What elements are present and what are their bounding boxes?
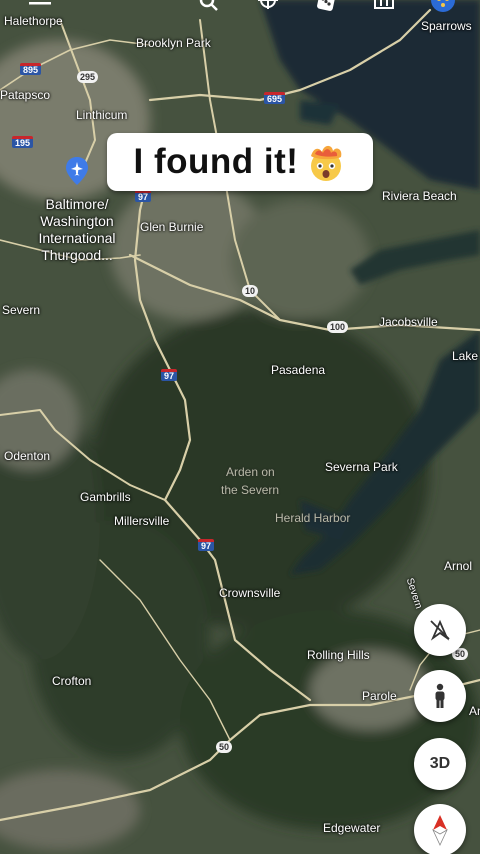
profile-icon[interactable]: [428, 0, 458, 14]
no-tilt-icon: [430, 619, 450, 641]
place-label: Parole: [362, 689, 397, 703]
pegman-icon: [435, 683, 445, 708]
3d-label: 3D: [429, 755, 451, 772]
place-label: Lake: [452, 349, 479, 363]
place-label: Herald Harbor: [275, 511, 351, 525]
dice-icon[interactable]: [314, 0, 338, 14]
place-label: Gambrills: [80, 490, 131, 504]
route-shield-295: 295: [77, 71, 99, 83]
place-label: An: [469, 704, 480, 718]
place-label: Severn: [2, 303, 41, 317]
place-label: Pasadena: [271, 363, 326, 377]
caption-text: I found it!: [133, 142, 299, 181]
satellite-imagery[interactable]: [0, 0, 480, 854]
route-shield-100: 100: [327, 321, 349, 333]
airport-label-line: Thurgood...: [41, 247, 113, 263]
route-shield-10: 10: [242, 285, 259, 297]
no-tilt-button[interactable]: [414, 604, 466, 656]
place-label: Rolling Hills: [307, 648, 370, 662]
airport-label: Baltimore/ Washington International Thur…: [27, 196, 127, 264]
place-label: Severna Park: [325, 460, 398, 474]
route-shield-97: 97: [161, 369, 178, 381]
caption-banner: I found it!: [107, 133, 373, 191]
projects-icon[interactable]: [372, 0, 396, 14]
place-label: the Severn: [221, 483, 280, 497]
place-label: Halethorpe: [4, 14, 63, 28]
place-label: Odenton: [4, 449, 51, 463]
urban-patch: [230, 200, 370, 320]
compass-icon: [432, 815, 448, 846]
route-shield-895: 895: [20, 63, 42, 75]
place-label: Arnol: [444, 559, 473, 573]
search-icon[interactable]: [197, 0, 221, 14]
airport-label-line: Baltimore/: [45, 196, 109, 212]
compass-button[interactable]: [414, 804, 466, 854]
place-label: Millersville: [114, 514, 170, 528]
airport-label-line: Washington: [40, 213, 114, 229]
voyager-icon[interactable]: [256, 0, 280, 14]
route-shield-50: 50: [216, 741, 233, 753]
place-label: Brooklyn Park: [136, 36, 211, 50]
3d-toggle-button[interactable]: 3D: [414, 738, 466, 790]
place-label: Sparrows: [421, 19, 472, 33]
route-shield-97: 97: [135, 190, 152, 202]
route-shield-195: 195: [12, 136, 34, 148]
place-label: Crownsville: [219, 586, 281, 600]
place-label: Jacobsville: [379, 315, 438, 329]
route-shield-695: 695: [264, 92, 286, 104]
menu-icon[interactable]: [28, 0, 52, 14]
place-label: Patapsco: [0, 88, 51, 102]
place-label: Edgewater: [323, 821, 381, 835]
place-label: Crofton: [52, 674, 92, 688]
airport-pin-icon[interactable]: [64, 156, 90, 186]
place-label: Glen Burnie: [140, 220, 204, 234]
place-label: Linthicum: [76, 108, 128, 122]
place-label: Riviera Beach: [382, 189, 457, 203]
exploding-head-emoji: [311, 145, 342, 181]
route-shield-97: 97: [198, 539, 215, 551]
street-view-button[interactable]: [414, 670, 466, 722]
airport-label-line: International: [38, 230, 116, 246]
place-label: Arden on: [226, 465, 275, 479]
satellite-map[interactable]: Halethorpe Brooklyn Park Sparrows Pataps…: [0, 0, 480, 854]
